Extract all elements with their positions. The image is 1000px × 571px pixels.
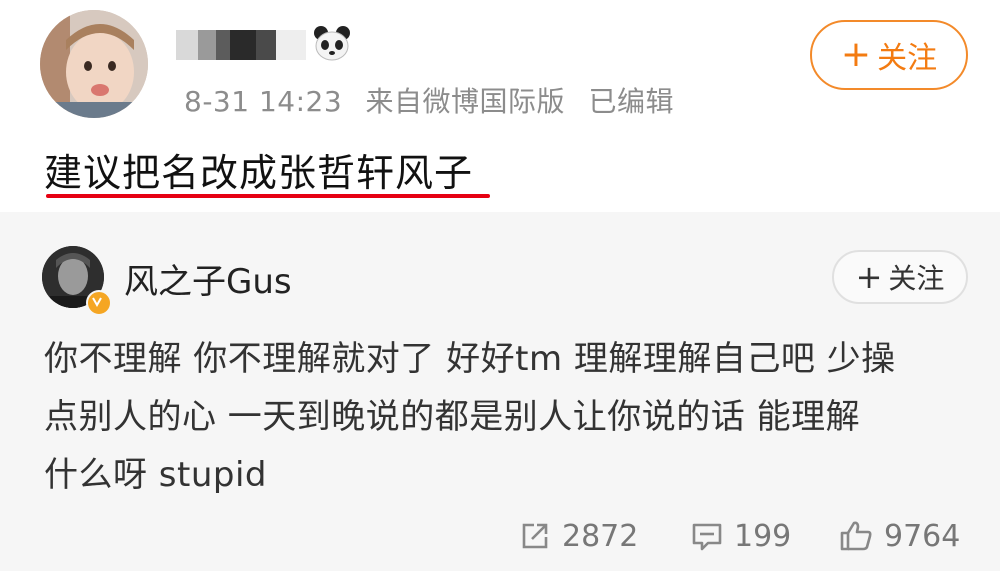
post-header: 8-31 14:23 来自微博国际版 已编辑 + 关注 建议把名改成张哲轩风子 xyxy=(0,0,1000,212)
plus-icon: + xyxy=(855,258,883,296)
panda-icon xyxy=(312,24,352,64)
post-meta: 8-31 14:23 来自微博国际版 已编辑 xyxy=(184,80,688,120)
comment-icon xyxy=(692,523,722,551)
comment-button[interactable]: 199 xyxy=(690,512,791,560)
quoted-post[interactable]: 风之子Gus + 关注 你不理解 你不理解就对了 好好tm 理解理解自己吧 少操… xyxy=(0,212,1000,571)
repost-count: 2872 xyxy=(562,518,639,554)
quoted-text: 你不理解 你不理解就对了 好好tm 理解理解自己吧 少操 点别人的心 一天到晚说… xyxy=(44,330,974,504)
quoted-text-line: 什么呀 stupid xyxy=(44,455,268,495)
like-button[interactable]: 9764 xyxy=(838,512,960,560)
quoted-follow-label: 关注 xyxy=(888,262,945,295)
verified-badge-icon xyxy=(86,290,112,316)
red-underline-annotation xyxy=(46,194,490,198)
post-source: 来自微博国际版 xyxy=(365,85,566,118)
repost-icon xyxy=(522,523,548,549)
quoted-text-line: 点别人的心 一天到晚说的都是别人让你说的话 能理解 xyxy=(44,397,861,437)
post-text: 建议把名改成张哲轩风子 xyxy=(44,151,474,195)
plus-icon: + xyxy=(840,34,872,75)
quoted-text-line: 你不理解 你不理解就对了 好好tm 理解理解自己吧 少操 xyxy=(44,339,896,379)
username-redacted[interactable] xyxy=(176,30,306,60)
like-icon xyxy=(840,521,872,551)
repost-button[interactable]: 2872 xyxy=(518,512,638,560)
post-edited-label[interactable]: 已编辑 xyxy=(588,85,674,118)
quoted-username[interactable]: 风之子Gus xyxy=(124,254,292,303)
post-timestamp: 8-31 14:23 xyxy=(184,85,343,118)
comment-count: 199 xyxy=(734,518,792,554)
like-count: 9764 xyxy=(884,518,961,554)
follow-button[interactable]: + 关注 xyxy=(810,20,968,90)
quoted-follow-button[interactable]: + 关注 xyxy=(832,250,968,304)
follow-label: 关注 xyxy=(877,41,938,76)
action-bar: 2872 199 9764 xyxy=(0,512,1000,560)
user-avatar[interactable] xyxy=(40,10,148,118)
